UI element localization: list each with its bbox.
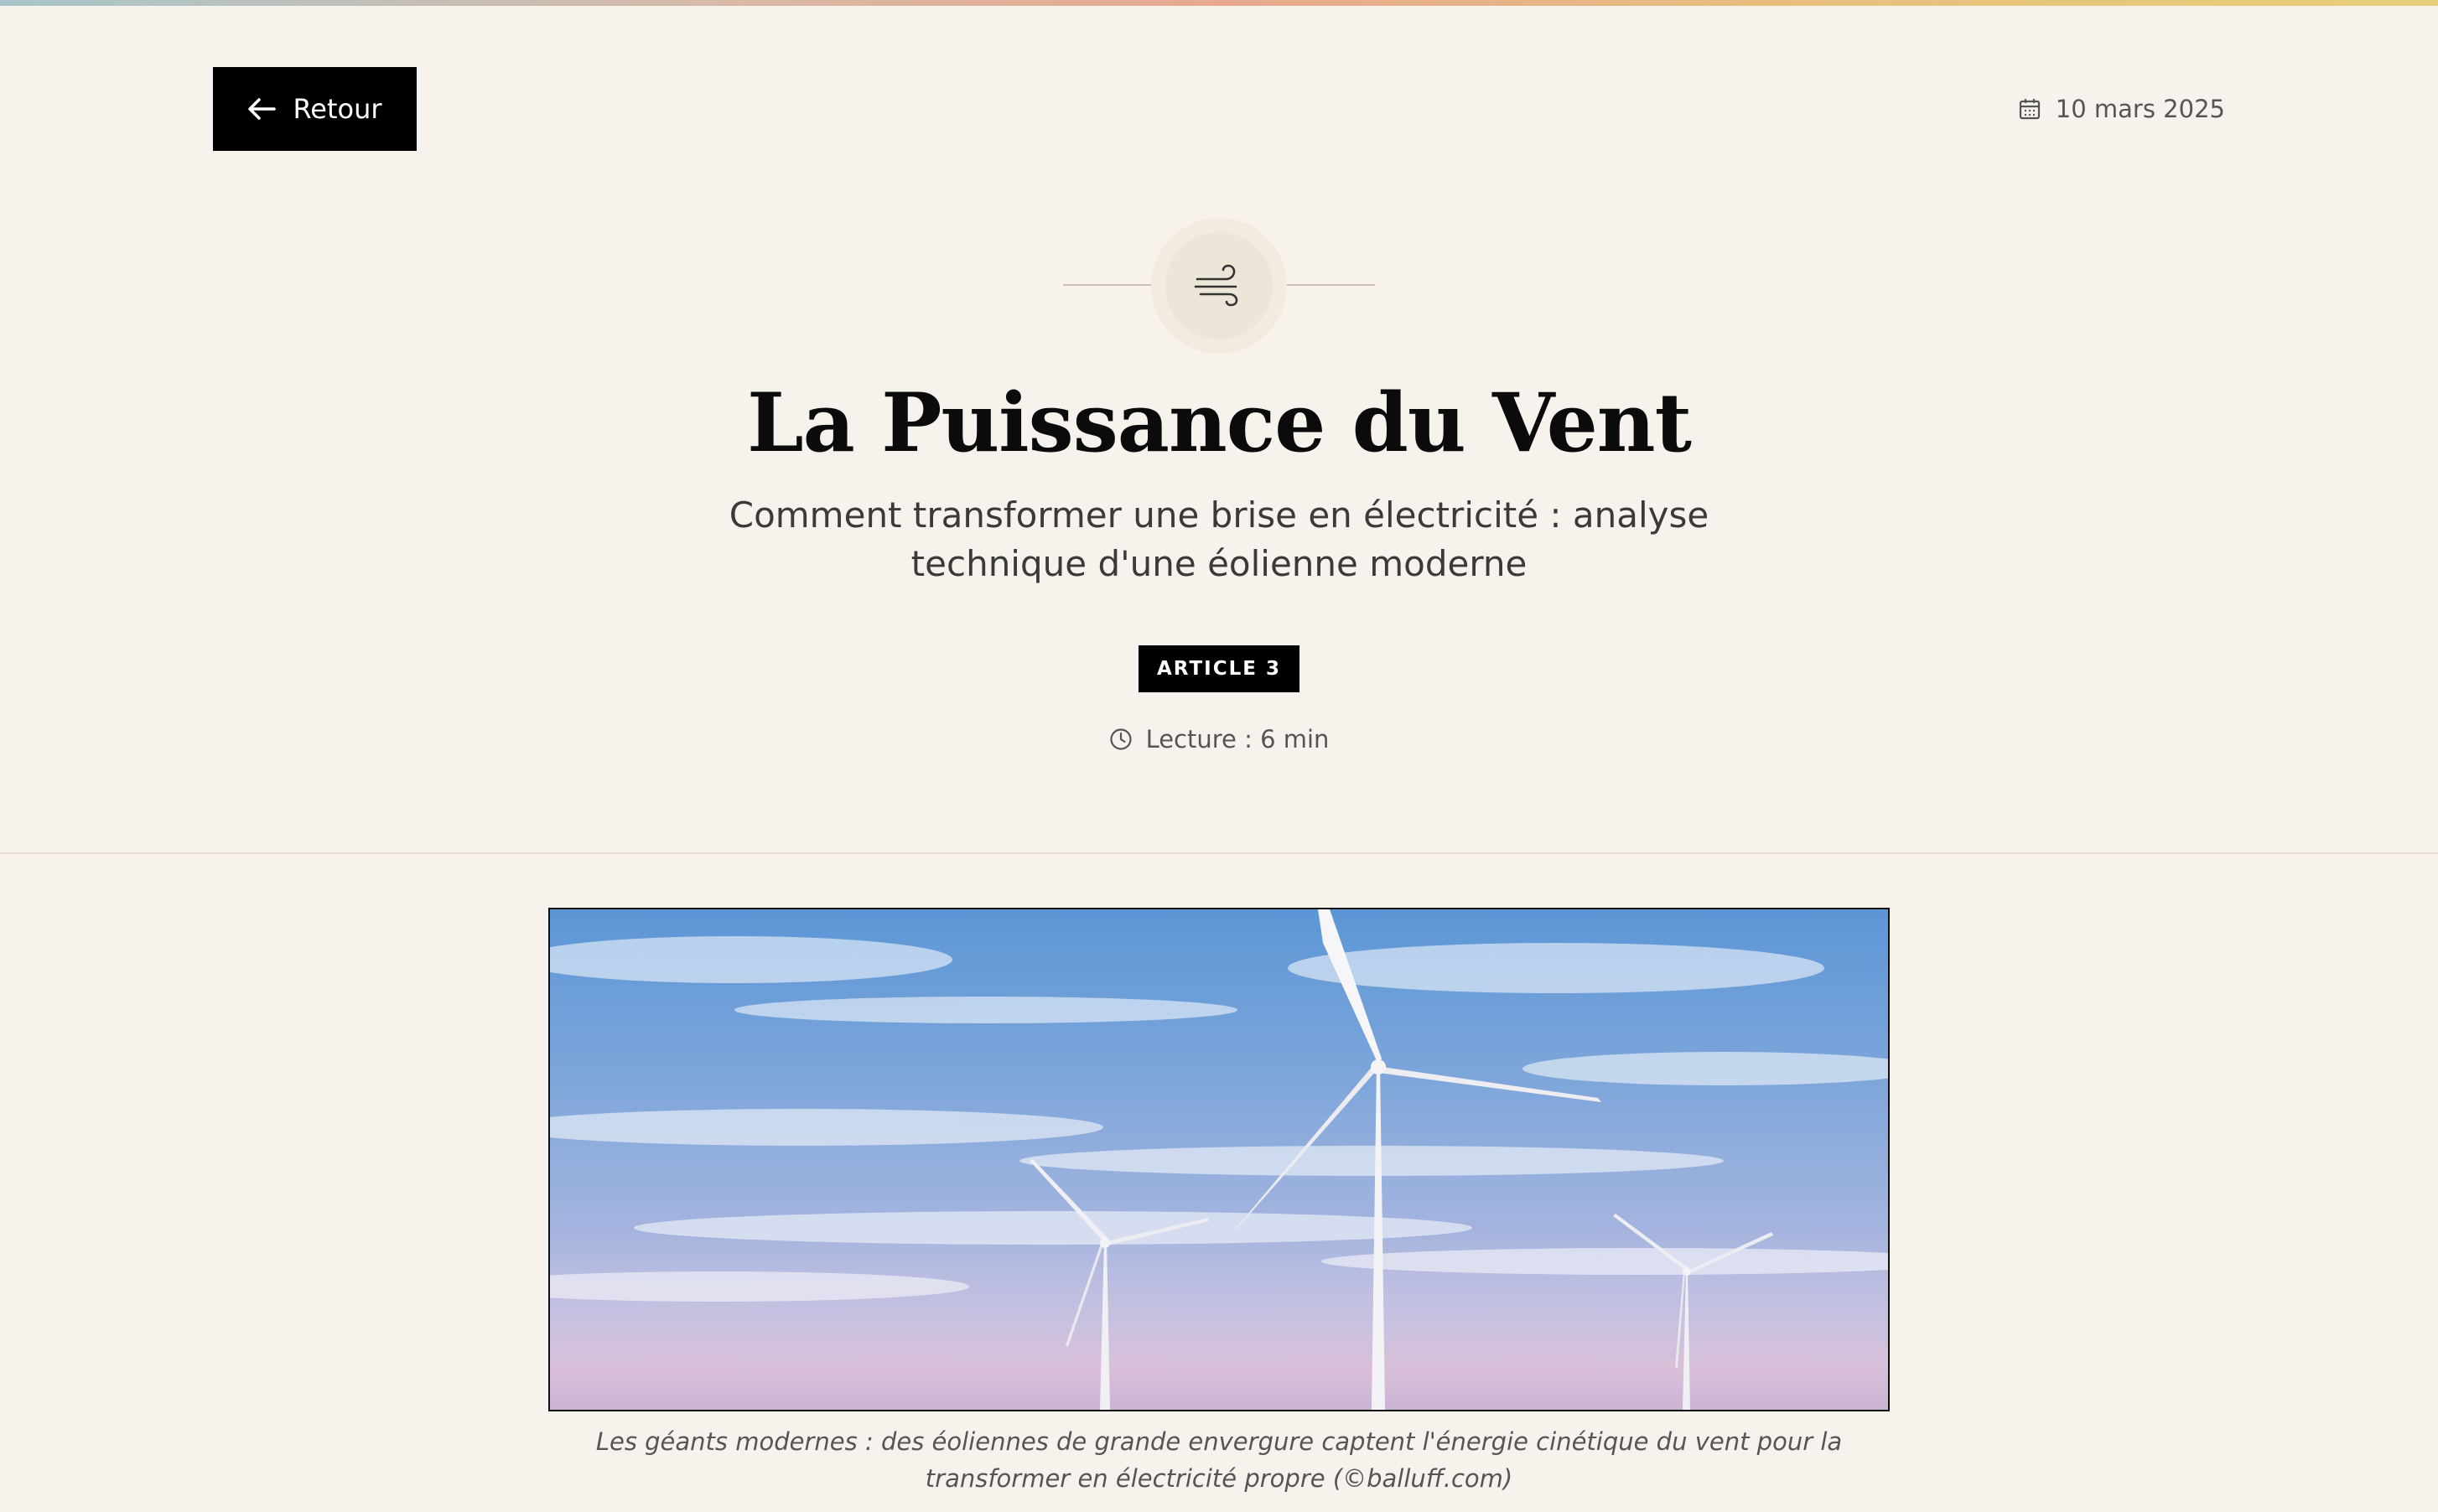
reading-time: Lecture : 6 min	[0, 719, 2438, 759]
back-button[interactable]: Retour	[213, 67, 417, 151]
clock-icon	[1109, 728, 1133, 751]
wind-icon	[1192, 261, 1246, 311]
emblem	[1165, 232, 1273, 339]
back-button-label: Retour	[293, 93, 382, 125]
date-text: 10 mars 2025	[2055, 95, 2225, 123]
article-subtitle: Comment transformer une brise en électri…	[729, 495, 1709, 584]
top-accent-bar	[0, 0, 2438, 6]
hero-image	[548, 908, 1890, 1411]
reading-time-text: Lecture : 6 min	[1145, 725, 1330, 753]
hero-caption: Les géants modernes : des éoliennes de g…	[595, 1427, 1843, 1493]
article-badge: ARTICLE 3	[1139, 645, 1299, 692]
arrow-left-icon	[247, 97, 277, 121]
publish-date: 10 mars 2025	[2019, 89, 2225, 129]
section-divider	[0, 852, 2438, 854]
calendar-icon	[2019, 98, 2041, 120]
article-title: La Puissance du Vent	[747, 375, 1692, 470]
